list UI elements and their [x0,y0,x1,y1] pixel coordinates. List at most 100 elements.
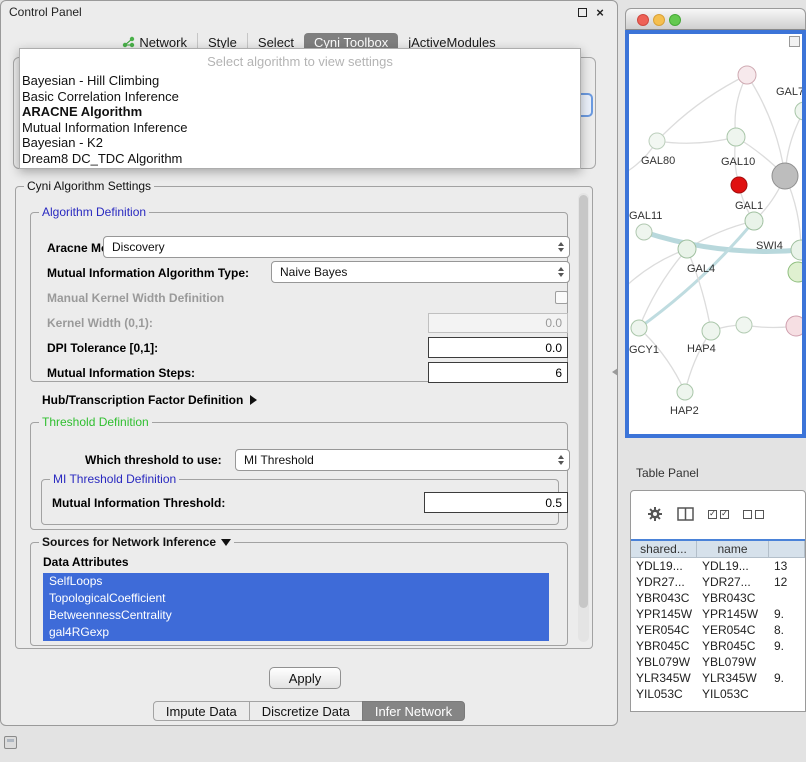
collapsed-panel-icon[interactable] [4,736,17,749]
kernel-width-field[interactable]: 0.0 [428,313,568,333]
hub-definition-toggle[interactable]: Hub/Transcription Factor Definition [42,393,257,407]
attribute-item[interactable]: SelfLoops [43,573,549,590]
cell: 8. [769,622,805,638]
tab-discretize-data[interactable]: Discretize Data [249,701,363,721]
unchecked-box-icon [743,510,752,519]
splitter-arrow-icon[interactable] [612,368,618,376]
mi-threshold-field[interactable]: 0.5 [424,492,568,513]
table-toolbar: ✓ ✓ [631,501,805,527]
checked-box-icon: ✓ [708,510,717,519]
network-graph[interactable]: GAL7GAL80GAL10GAL11GAL1SWI4GAL4GCY1HAP4H… [629,34,806,434]
settings-scrollbar[interactable] [578,193,589,642]
algorithm-option[interactable]: Basic Correlation Inference [20,89,580,105]
algorithm-definition-title: Algorithm Definition [39,205,149,219]
table-row[interactable]: YBR043CYBR043C [631,590,805,606]
data-attributes-list: SelfLoops TopologicalCoefficient Between… [43,573,549,641]
cell: 9. [769,606,805,622]
settings-scrollbar-thumb[interactable] [579,195,588,608]
mi-threshold-group-title: MI Threshold Definition [50,472,179,486]
attribute-item[interactable]: TopologicalCoefficient [43,590,549,607]
control-panel-window: Control Panel × Network Style Select Cyn… [0,0,618,726]
deselect-all-icon[interactable] [743,510,764,519]
table-row[interactable]: YER054CYER054C8. [631,622,805,638]
cell: YPR145W [697,606,769,622]
column-header-name[interactable]: name [697,541,769,558]
aracne-mode-value: Discovery [112,240,165,254]
aracne-mode-dropdown[interactable]: Discovery [103,236,570,258]
algorithm-option[interactable]: Mutual Information Inference [20,120,580,136]
cell: YER054C [697,622,769,638]
table-body: YDL19...YDL19...13 YDR27...YDR27...12 YB… [631,558,805,702]
manual-kernel-checkbox[interactable] [555,291,568,304]
show-columns-icon[interactable] [677,507,694,521]
kernel-width-label: Kernel Width (0,1): [47,316,153,330]
cyni-algorithm-settings-group: Cyni Algorithm Settings Algorithm Defini… [15,186,593,649]
desktop: Control Panel × Network Style Select Cyn… [0,0,806,762]
algorithm-option[interactable]: Bayesian - K2 [20,135,580,151]
attribute-item[interactable]: BetweennessCentrality [43,607,549,624]
stepper-arrows-icon [558,267,564,277]
network-canvas[interactable]: GAL7GAL80GAL10GAL11GAL1SWI4GAL4GCY1HAP4H… [625,30,806,438]
algorithm-option-selected[interactable]: ARACNE Algorithm [20,104,580,120]
svg-text:GAL4: GAL4 [687,263,715,275]
select-all-icon[interactable]: ✓ ✓ [708,510,729,519]
mi-steps-field[interactable]: 6 [428,362,568,383]
network-view-window: GAL7GAL80GAL10GAL11GAL1SWI4GAL4GCY1HAP4H… [625,8,806,438]
birdseye-toggle-icon[interactable] [789,36,800,47]
cell [769,654,805,670]
algorithm-definition-group: Algorithm Definition Aracne Mode: Discov… [30,212,568,382]
column-header-clipped[interactable] [769,541,805,558]
mi-threshold-label: Mutual Information Threshold: [52,496,225,510]
cell: YBR045C [631,638,697,654]
svg-text:HAP4: HAP4 [687,343,716,355]
float-glyph-icon [578,8,587,17]
cell: YER054C [631,622,697,638]
data-attributes-label: Data Attributes [43,555,129,569]
minimize-traffic-light-icon[interactable] [653,14,665,26]
attribute-item[interactable]: gal4RGexp [43,624,549,641]
gear-icon[interactable] [647,506,663,522]
close-glyph-icon: × [596,6,604,19]
cell: YLR345W [631,670,697,686]
tab-infer-network[interactable]: Infer Network [362,701,465,721]
algorithm-option[interactable]: Dream8 DC_TDC Algorithm [20,151,580,167]
table-row[interactable]: YPR145WYPR145W9. [631,606,805,622]
mi-steps-label: Mutual Information Steps: [47,366,195,380]
tab-impute-data[interactable]: Impute Data [153,701,250,721]
control-panel-titlebar[interactable]: Control Panel × [1,1,617,23]
table-row[interactable]: YBR045CYBR045C9. [631,638,805,654]
which-threshold-value: MI Threshold [244,453,314,467]
algorithm-option[interactable]: Bayesian - Hill Climbing [20,73,580,89]
table-row[interactable]: YBL079WYBL079W [631,654,805,670]
svg-text:GAL80: GAL80 [641,155,675,167]
control-panel-title: Control Panel [9,5,82,19]
svg-text:GCY1: GCY1 [629,344,659,356]
unchecked-box-icon [755,510,764,519]
table-row[interactable]: YLR345WYLR345W9. [631,670,805,686]
dpi-tolerance-field[interactable]: 0.0 [428,337,568,358]
table-panel-title: Table Panel [636,466,699,480]
which-threshold-dropdown[interactable]: MI Threshold [235,449,570,471]
float-window-icon[interactable] [575,5,589,19]
mi-steps-value: 6 [555,366,562,380]
cell: 12 [769,574,805,590]
close-traffic-light-icon[interactable] [637,14,649,26]
apply-button[interactable]: Apply [269,667,341,689]
mi-type-value: Naive Bayes [280,265,347,279]
zoom-traffic-light-icon[interactable] [669,14,681,26]
network-window-titlebar[interactable] [625,8,806,30]
table-header-row: shared... name [631,539,805,558]
threshold-definition-group: Threshold Definition Which threshold to … [30,422,568,530]
close-window-icon[interactable]: × [593,5,607,19]
mi-type-label: Mutual Information Algorithm Type: [47,266,249,280]
cell: YIL053C [631,686,697,702]
cell [769,590,805,606]
sources-group-title[interactable]: Sources for Network Inference [39,535,234,549]
sources-title-text: Sources for Network Inference [42,535,216,549]
mi-type-dropdown[interactable]: Naive Bayes [271,261,570,283]
cell: YBL079W [631,654,697,670]
table-row[interactable]: YIL053CYIL053C [631,686,805,702]
column-header-shared-name[interactable]: shared... [631,541,697,558]
table-row[interactable]: YDR27...YDR27...12 [631,574,805,590]
table-row[interactable]: YDL19...YDL19...13 [631,558,805,574]
